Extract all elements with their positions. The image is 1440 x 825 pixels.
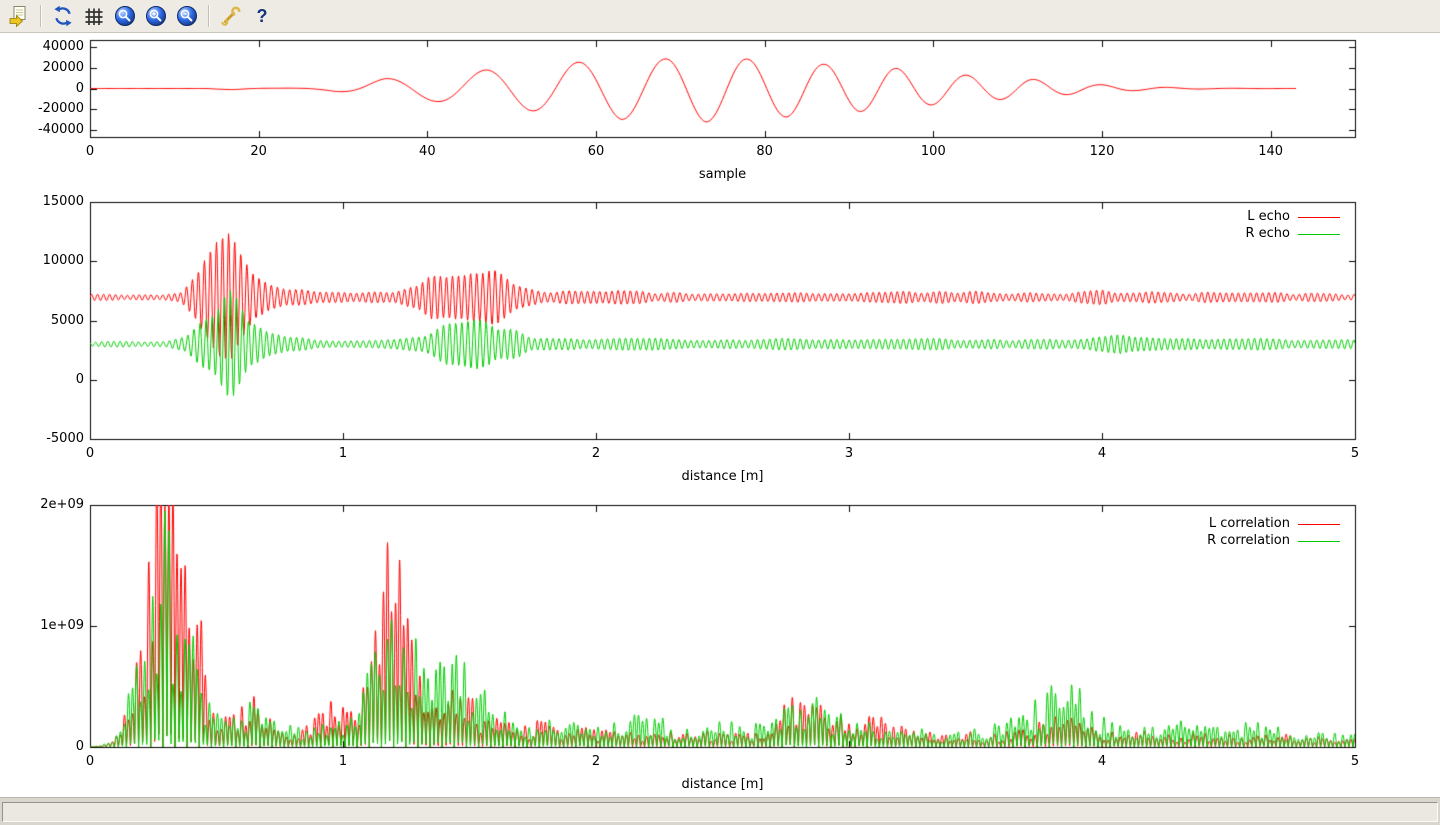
zoom-out-button[interactable] <box>173 2 201 30</box>
copy-button[interactable] <box>5 2 33 30</box>
zoom-in-icon <box>144 4 168 28</box>
zoom-out-icon <box>175 4 199 28</box>
toolbar: ? <box>0 0 1440 33</box>
refresh-icon <box>51 4 75 28</box>
copy-icon <box>7 4 31 28</box>
toolbar-separator <box>40 5 42 27</box>
status-bar <box>0 797 1440 825</box>
zoom-icon <box>113 4 137 28</box>
zoom-in-button[interactable] <box>142 2 170 30</box>
help-icon: ? <box>250 4 274 28</box>
status-field <box>2 802 1438 822</box>
help-button[interactable]: ? <box>248 2 276 30</box>
plot-area[interactable] <box>0 0 1440 825</box>
toolbar-separator <box>208 5 210 27</box>
grid-button[interactable] <box>80 2 108 30</box>
zoom-region-button[interactable] <box>111 2 139 30</box>
settings-button[interactable] <box>217 2 245 30</box>
grid-icon <box>82 4 106 28</box>
svg-text:?: ? <box>257 6 268 26</box>
replot-button[interactable] <box>49 2 77 30</box>
wrench-icon <box>219 4 243 28</box>
